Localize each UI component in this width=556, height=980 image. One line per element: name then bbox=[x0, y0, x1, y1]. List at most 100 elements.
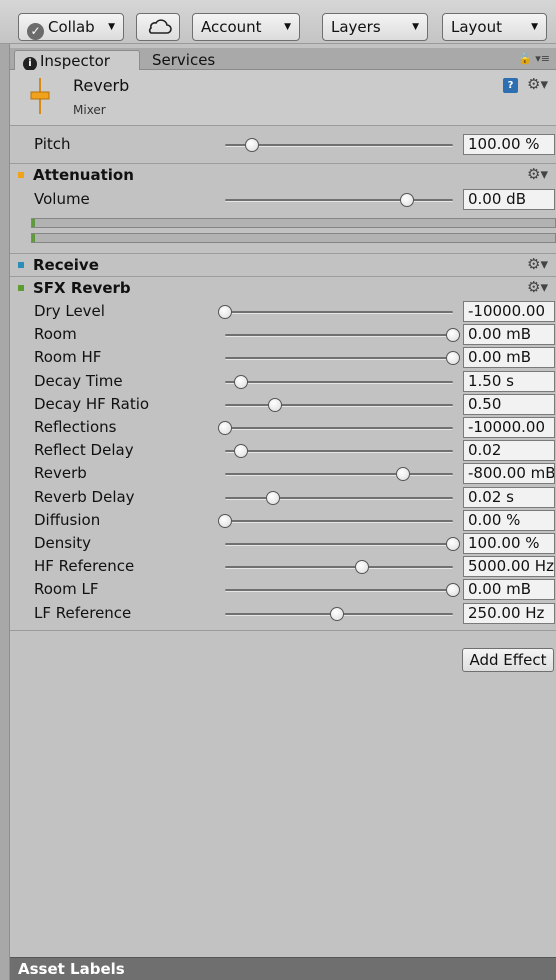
param-row: Decay HF Ratio 0.50 bbox=[10, 393, 556, 416]
param-label: Room bbox=[34, 325, 77, 344]
layers-dropdown[interactable]: Layers ▼ bbox=[322, 13, 428, 41]
tab-services[interactable]: Services bbox=[144, 50, 223, 70]
param-slider-thumb[interactable] bbox=[268, 397, 283, 412]
sfx-reverb-section-header[interactable]: SFX Reverb ⚙▾ bbox=[10, 276, 556, 299]
param-field[interactable]: 0.00 % bbox=[463, 509, 555, 531]
param-slider-thumb[interactable] bbox=[446, 583, 460, 598]
param-row: Dry Level -10000.00 bbox=[10, 300, 556, 323]
param-row: Density 100.00 % bbox=[10, 532, 556, 555]
param-slider-thumb[interactable] bbox=[329, 606, 344, 621]
param-slider-thumb[interactable] bbox=[446, 537, 460, 551]
asset-labels-bar[interactable]: Asset Labels bbox=[10, 957, 556, 980]
component-header: Reverb Mixer ? ⚙▾ bbox=[10, 70, 556, 126]
param-slider-track[interactable] bbox=[225, 543, 453, 546]
gear-icon[interactable]: ⚙▾ bbox=[527, 278, 548, 296]
tab-options[interactable]: 🔒 ▾≡ bbox=[518, 52, 550, 65]
cloud-button[interactable] bbox=[136, 13, 180, 41]
tab-inspector[interactable]: i Inspector bbox=[14, 50, 140, 71]
param-slider-thumb[interactable] bbox=[446, 328, 460, 343]
sfx-reverb-color-icon bbox=[18, 285, 24, 291]
param-label: Room LF bbox=[34, 580, 99, 599]
param-field[interactable]: 1.50 s bbox=[463, 370, 555, 392]
chevron-down-icon: ▼ bbox=[284, 22, 291, 32]
account-dropdown[interactable]: Account ▼ bbox=[192, 13, 300, 41]
param-label: LF Reference bbox=[34, 603, 132, 622]
param-row: Reverb -800.00 mB bbox=[10, 462, 556, 485]
gear-icon[interactable]: ⚙▾ bbox=[527, 75, 548, 93]
divider bbox=[10, 630, 556, 631]
param-field[interactable]: 0.50 bbox=[463, 393, 555, 415]
volume-slider-thumb[interactable] bbox=[400, 193, 415, 207]
param-field[interactable]: 100.00 % bbox=[463, 533, 555, 554]
param-slider-thumb[interactable] bbox=[233, 374, 248, 389]
param-slider-thumb[interactable] bbox=[265, 490, 280, 505]
param-row: Diffusion 0.00 % bbox=[10, 509, 556, 532]
param-slider-track[interactable] bbox=[225, 589, 453, 593]
gear-icon[interactable]: ⚙▾ bbox=[527, 165, 548, 183]
param-slider-track[interactable] bbox=[225, 403, 453, 407]
param-field[interactable]: 250.00 Hz bbox=[463, 602, 555, 624]
help-icon[interactable]: ? bbox=[503, 78, 518, 93]
param-field[interactable]: 0.00 mB bbox=[463, 324, 555, 346]
param-slider-thumb[interactable] bbox=[233, 444, 248, 459]
pitch-label: Pitch bbox=[34, 135, 71, 153]
chevron-down-icon: ▼ bbox=[412, 22, 419, 32]
param-slider-track[interactable] bbox=[225, 496, 453, 500]
layout-dropdown[interactable]: Layout ▼ bbox=[442, 13, 547, 41]
param-label: Density bbox=[34, 534, 92, 552]
param-label: Decay HF Ratio bbox=[34, 394, 150, 413]
param-label: Diffusion bbox=[34, 510, 101, 529]
param-label: Dry Level bbox=[34, 302, 105, 320]
param-slider-track[interactable] bbox=[225, 311, 453, 314]
add-effect-button[interactable]: Add Effect bbox=[462, 648, 554, 672]
param-slider-thumb[interactable] bbox=[446, 351, 460, 366]
param-slider-track[interactable] bbox=[225, 473, 453, 477]
param-slider-thumb[interactable] bbox=[218, 305, 232, 319]
param-slider-track[interactable] bbox=[225, 334, 453, 338]
param-label: Reverb bbox=[34, 464, 87, 483]
param-field[interactable]: -10000.00 bbox=[463, 417, 555, 438]
pitch-slider-thumb[interactable] bbox=[245, 138, 260, 152]
level-meter bbox=[31, 233, 556, 243]
param-slider-track[interactable] bbox=[225, 380, 453, 384]
volume-field[interactable]: 0.00 dB bbox=[463, 189, 555, 210]
param-field[interactable]: 0.00 mB bbox=[463, 579, 555, 601]
param-slider-thumb[interactable] bbox=[218, 421, 232, 435]
param-field[interactable]: 0.00 mB bbox=[463, 347, 555, 369]
tab-bar: i Inspector Services 🔒 ▾≡ bbox=[10, 48, 556, 71]
param-slider-track[interactable] bbox=[225, 450, 453, 454]
cloud-icon bbox=[148, 19, 172, 34]
param-field[interactable]: 0.02 s bbox=[463, 486, 555, 508]
param-slider-track[interactable] bbox=[225, 519, 453, 523]
param-field[interactable]: -10000.00 bbox=[463, 301, 555, 322]
param-slider-track[interactable] bbox=[225, 357, 453, 361]
param-field[interactable]: 5000.00 Hz bbox=[463, 556, 555, 578]
param-slider-track[interactable] bbox=[225, 566, 453, 570]
param-row: Reverb Delay 0.02 s bbox=[10, 486, 556, 509]
attenuation-section-header[interactable]: Attenuation ⚙▾ bbox=[10, 163, 556, 186]
collab-button[interactable]: ✓ Collab ▼ bbox=[18, 13, 124, 41]
receive-section-header[interactable]: Receive ⚙▾ bbox=[10, 253, 556, 276]
param-slider-thumb[interactable] bbox=[395, 467, 410, 482]
pitch-field[interactable]: 100.00 % bbox=[463, 134, 555, 155]
param-label: HF Reference bbox=[34, 557, 135, 576]
sfx-reverb-title: SFX Reverb bbox=[33, 279, 131, 297]
param-slider-track[interactable] bbox=[225, 427, 453, 430]
attenuation-title: Attenuation bbox=[33, 166, 134, 184]
lock-icon[interactable]: 🔒 bbox=[518, 52, 532, 65]
pitch-row: Pitch 100.00 % bbox=[10, 133, 556, 156]
volume-slider-track[interactable] bbox=[225, 199, 453, 202]
param-slider-thumb[interactable] bbox=[354, 560, 369, 575]
param-field[interactable]: 0.02 bbox=[463, 440, 555, 462]
param-label: Reverb Delay bbox=[34, 487, 135, 506]
pitch-slider-track[interactable] bbox=[225, 144, 453, 147]
attenuation-color-icon bbox=[18, 172, 24, 178]
menu-icon[interactable]: ▾≡ bbox=[535, 52, 550, 65]
window-left-edge bbox=[0, 0, 10, 980]
gear-icon[interactable]: ⚙▾ bbox=[527, 255, 548, 273]
collab-label: Collab bbox=[48, 18, 95, 36]
param-field[interactable]: -800.00 mB bbox=[463, 463, 555, 485]
page-title: Reverb bbox=[73, 76, 130, 95]
param-slider-thumb[interactable] bbox=[218, 513, 232, 528]
layout-label: Layout bbox=[451, 18, 502, 36]
